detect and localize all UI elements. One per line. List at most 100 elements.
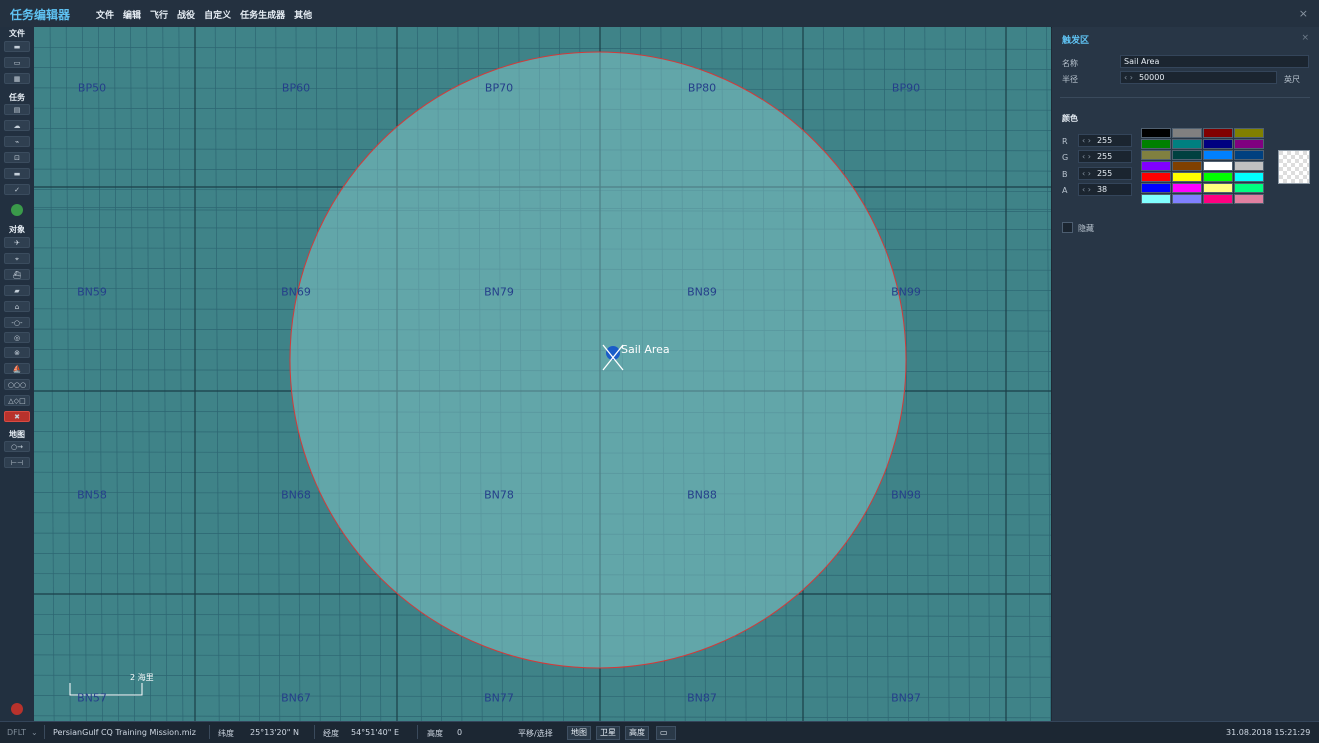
color-swatch[interactable] [1172,183,1202,193]
r-value: 255 [1096,136,1113,145]
zone-icon[interactable]: ⊗ [4,347,30,358]
carrier-icon[interactable]: ⛵ [4,363,30,374]
close-icon[interactable]: × [1299,7,1308,20]
color-swatch[interactable] [1203,172,1233,182]
toolbar-section-mission: 任务 [9,93,25,102]
color-swatch[interactable] [1203,150,1233,160]
radius-field[interactable]: ‹ › 50000 [1120,71,1277,84]
weather-icon[interactable]: ☁ [4,120,30,131]
delete-icon[interactable]: ✖ [4,411,30,422]
stepper-arrows-icon[interactable]: ‹ › [1082,136,1091,145]
toggle-icon[interactable]: ▭ [656,726,676,740]
group-icon[interactable]: ○○○ [4,379,30,390]
color-swatch[interactable] [1172,128,1202,138]
open-folder-icon[interactable]: ▭ [4,57,30,68]
altitude-layer-button[interactable]: 高度 [625,726,649,740]
color-swatch[interactable] [1172,172,1202,182]
map-canvas[interactable] [34,27,1051,721]
radius-unit: 英尺 [1284,75,1300,84]
color-swatch[interactable] [1203,161,1233,171]
separator [44,725,45,739]
grid-square-label: BN69 [281,285,311,299]
color-swatch[interactable] [1172,161,1202,171]
satellite-layer-button[interactable]: 卫星 [596,726,620,740]
map-tool-icon[interactable]: ○→ [4,441,30,452]
grid-square-label: BN87 [687,691,717,705]
color-swatch[interactable] [1172,194,1202,204]
airplane-icon[interactable]: ✈ [4,237,30,248]
menu-file[interactable]: 文件 [96,8,114,21]
fly-icon[interactable] [11,204,23,216]
color-swatch[interactable] [1203,139,1233,149]
stepper-arrows-icon[interactable]: ‹ › [1124,73,1133,82]
color-swatch[interactable] [1203,183,1233,193]
ground-unit-icon[interactable]: ▰ [4,285,30,296]
color-swatch[interactable] [1141,194,1171,204]
menu-custom[interactable]: 自定义 [204,8,231,21]
grid-line [146,27,152,721]
color-swatch[interactable] [1141,172,1171,182]
name-field[interactable]: Sail Area [1120,55,1309,68]
b-field[interactable]: ‹ › 255 [1078,167,1132,180]
helicopter-icon[interactable]: ⌖ [4,253,30,264]
new-file-icon[interactable]: ▬ [4,41,30,52]
grid-square-label: BP90 [891,81,921,95]
exit-icon[interactable] [11,703,23,715]
grid-line [1046,27,1051,721]
stepper-arrows-icon[interactable]: ‹ › [1082,185,1091,194]
grid-square-label: BP60 [281,81,311,95]
color-swatch[interactable] [1141,150,1171,160]
chevron-down-icon[interactable]: ⌄ [31,728,38,737]
color-swatch[interactable] [1141,161,1171,171]
map-layer-button[interactable]: 地图 [567,726,591,740]
menu-other[interactable]: 其他 [294,8,312,21]
pan-select-mode[interactable]: 平移/选择 [518,728,553,739]
color-swatch[interactable] [1141,183,1171,193]
template-icon[interactable]: -○- [4,317,30,328]
menu-flight[interactable]: 飞行 [150,8,168,21]
save-icon[interactable]: ▦ [4,73,30,84]
longitude-label: 经度 [323,729,339,738]
trigger-zone-circle[interactable] [289,51,907,669]
close-icon[interactable]: × [1301,33,1309,43]
hide-checkbox[interactable] [1062,222,1073,233]
a-field[interactable]: ‹ › 38 [1078,183,1132,196]
color-swatch[interactable] [1172,150,1202,160]
grid-line [255,27,260,721]
r-field[interactable]: ‹ › 255 [1078,134,1132,147]
color-swatch[interactable] [1172,139,1202,149]
mode-dropdown[interactable]: DFLT [7,728,26,737]
color-swatch[interactable] [1234,139,1264,149]
color-swatch[interactable] [1234,194,1264,204]
color-swatch[interactable] [1141,139,1171,149]
ship-icon[interactable]: ⛴ [4,269,30,280]
color-swatch[interactable] [1234,128,1264,138]
menu-edit[interactable]: 编辑 [123,8,141,21]
shapes-icon[interactable]: △◇□ [4,395,30,406]
grid-line [49,27,55,721]
color-swatch[interactable] [1234,150,1264,160]
menu-mission-generator[interactable]: 任务生成器 [240,8,285,21]
g-field[interactable]: ‹ › 255 [1078,150,1132,163]
color-swatch[interactable] [1203,128,1233,138]
color-swatch[interactable] [1234,172,1264,182]
trigger-zone-icon[interactable]: ⊡ [4,152,30,163]
b-label: B [1062,170,1068,179]
grid-line [178,27,184,721]
briefing-icon[interactable]: ▤ [4,104,30,115]
color-swatch[interactable] [1234,161,1264,171]
mission-file-name: PersianGulf CQ Training Mission.miz [53,728,196,737]
map-view[interactable]: BP50 BP60 BP70 BP80 BP90 BN59 BN69 BN79 BN89 BN99… [34,27,1051,721]
route-icon[interactable]: ⌁ [4,136,30,147]
stepper-arrows-icon[interactable]: ‹ › [1082,169,1091,178]
color-swatch[interactable] [1141,128,1171,138]
menu-campaign[interactable]: 战役 [177,8,195,21]
check-icon[interactable]: ✓ [4,184,30,195]
stepper-arrows-icon[interactable]: ‹ › [1082,152,1091,161]
color-swatch[interactable] [1203,194,1233,204]
static-object-icon[interactable]: ⌂ [4,301,30,312]
ruler-icon[interactable]: ⊢⊣ [4,457,30,468]
color-swatch[interactable] [1234,183,1264,193]
triggers-icon[interactable]: ▬ [4,168,30,179]
target-icon[interactable]: ◎ [4,332,30,343]
